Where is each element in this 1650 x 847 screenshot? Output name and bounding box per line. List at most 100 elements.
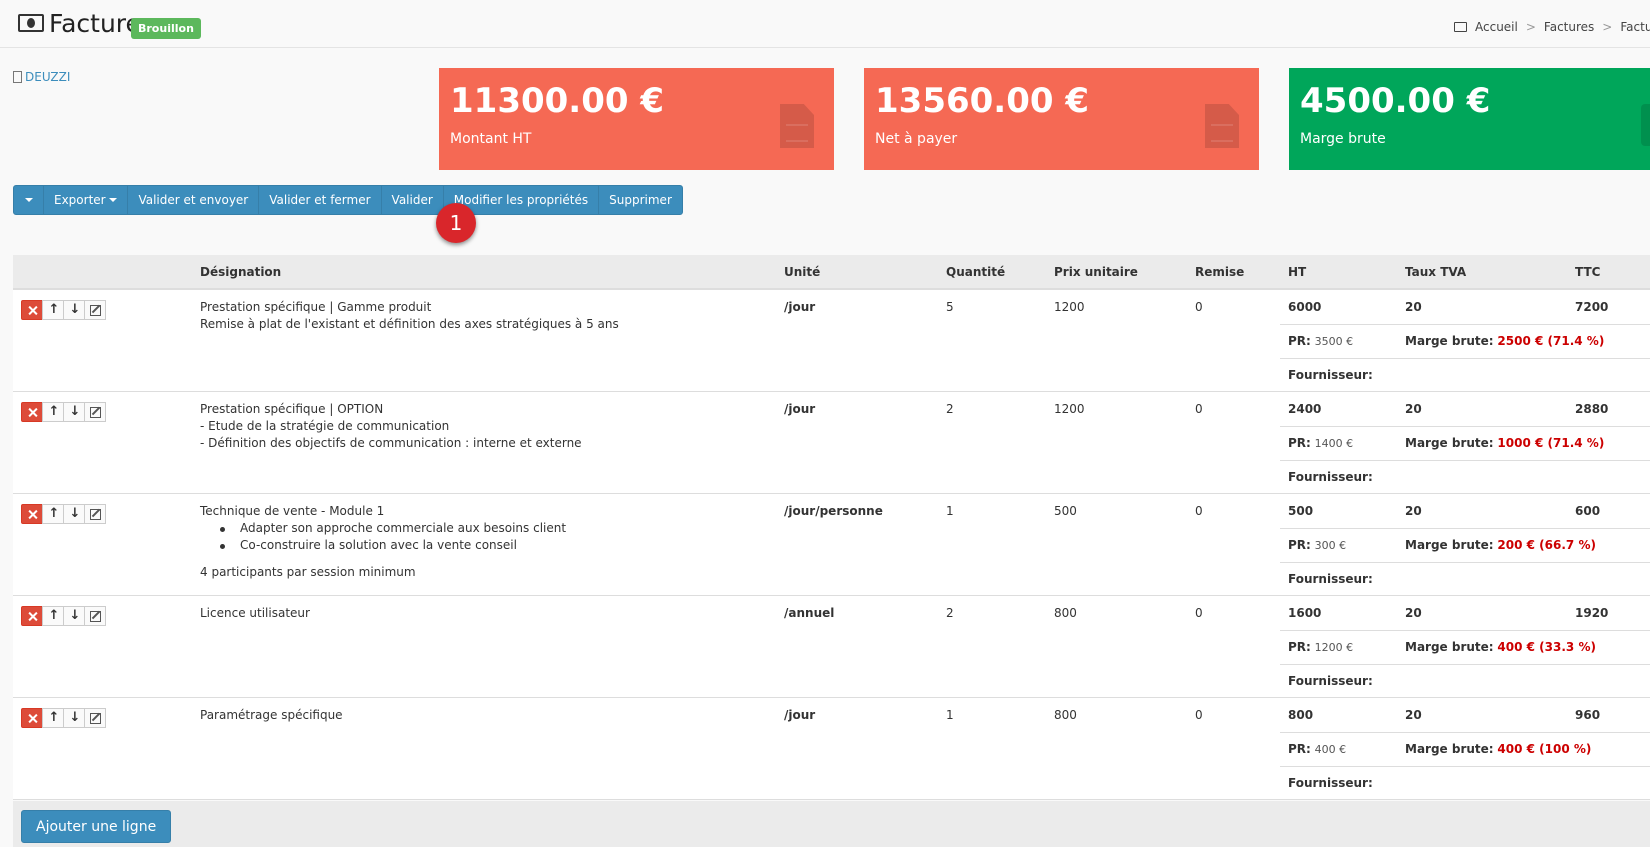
money-icon <box>1641 104 1650 146</box>
delete-row-icon[interactable] <box>21 402 43 422</box>
add-line-button[interactable]: Ajouter une ligne <box>21 810 172 843</box>
marge-label: Marge brute: <box>1405 334 1494 348</box>
edit-icon[interactable] <box>84 300 106 320</box>
col-unit-price: Prix unitaire <box>1054 265 1138 279</box>
divider <box>1280 528 1650 529</box>
row-title: Prestation spécifique | OPTION <box>200 402 384 416</box>
row-marge: Marge brute: 400 € (33.3 %) <box>1405 640 1596 654</box>
pr-label: PR: <box>1288 640 1311 654</box>
breadcrumb-home[interactable]: Accueil <box>1475 20 1518 34</box>
row-discount: 0 <box>1195 708 1203 722</box>
col-discount: Remise <box>1195 265 1245 279</box>
row-vat: 20 <box>1405 504 1422 518</box>
row-ht: 800 <box>1288 708 1314 722</box>
table-row: ↑ ↓ Prestation spécifique | OPTION - Etu… <box>13 392 1650 494</box>
caret-down-icon <box>24 198 33 202</box>
arrow-down-icon[interactable]: ↓ <box>63 504 85 524</box>
divider <box>1280 664 1650 665</box>
row-discount: 0 <box>1195 606 1203 620</box>
edit-icon[interactable] <box>84 606 106 626</box>
arrow-down-icon[interactable]: ↓ <box>63 606 85 626</box>
row-unit-price: 800 <box>1054 606 1077 620</box>
arrow-up-icon[interactable]: ↑ <box>42 708 64 728</box>
arrow-up-icon[interactable]: ↑ <box>42 300 64 320</box>
row-ttc: 960 <box>1575 708 1601 722</box>
divider <box>1280 358 1650 359</box>
arrow-down-icon[interactable]: ↓ <box>63 402 85 422</box>
validate-button[interactable]: Valider <box>382 186 444 214</box>
action-toolbar: Exporter Valider et envoyer Valider et f… <box>13 185 683 215</box>
marge-value: 200 € (66.7 %) <box>1497 538 1596 552</box>
row-vat: 20 <box>1405 708 1422 722</box>
client-link[interactable]: DEUZZI <box>13 70 70 84</box>
delete-row-icon[interactable] <box>21 504 43 524</box>
building-icon <box>13 71 22 83</box>
arrow-down-icon[interactable]: ↓ <box>63 300 85 320</box>
edit-icon[interactable] <box>84 504 106 524</box>
divider <box>1280 630 1650 631</box>
delete-row-icon[interactable] <box>21 300 43 320</box>
arrow-down-icon[interactable]: ↓ <box>63 708 85 728</box>
row-unit: /jour <box>784 708 816 722</box>
pr-label: PR: <box>1288 436 1311 450</box>
arrow-up-icon[interactable]: ↑ <box>42 606 64 626</box>
row-discount: 0 <box>1195 300 1203 314</box>
file-icon <box>1205 104 1239 148</box>
divider <box>1280 460 1650 461</box>
row-description: Remise à plat de l'existant et définitio… <box>200 317 619 331</box>
divider <box>1280 562 1650 563</box>
stat-label: Montant HT <box>450 131 532 147</box>
edit-icon[interactable] <box>84 402 106 422</box>
toolbar-dropdown-button[interactable] <box>14 186 44 214</box>
row-vat: 20 <box>1405 402 1422 416</box>
validate-send-button[interactable]: Valider et envoyer <box>128 186 260 214</box>
stat-value: 11300.00 € <box>450 81 665 121</box>
row-ttc: 2880 <box>1575 402 1609 416</box>
stat-box-marge-brute: 4500.00 € Marge brute <box>1289 68 1650 170</box>
delete-button[interactable]: Supprimer <box>599 186 682 214</box>
row-unit-price: 1200 <box>1054 300 1085 314</box>
caret-down-icon <box>109 198 118 202</box>
money-icon <box>1454 22 1467 32</box>
row-pr: PR: 3500 € <box>1288 334 1353 348</box>
row-unit: /annuel <box>784 606 835 620</box>
stat-box-montant-ht: 11300.00 € Montant HT <box>439 68 834 170</box>
row-unit: /jour <box>784 402 816 416</box>
row-quantity: 5 <box>946 300 954 314</box>
step-marker: 1 <box>436 203 476 243</box>
row-description: - Définition des objectifs de communicat… <box>200 436 582 450</box>
row-pr: PR: 300 € <box>1288 538 1346 552</box>
divider <box>1280 426 1650 427</box>
table-row: ↑ ↓ Technique de vente - Module 1 Adapte… <box>13 494 1650 596</box>
client-name: DEUZZI <box>25 70 71 84</box>
breadcrumb-current: Factures en <box>1620 20 1650 34</box>
breadcrumb-invoices[interactable]: Factures <box>1544 20 1594 34</box>
delete-row-icon[interactable] <box>21 708 43 728</box>
table-header: Désignation Unité Quantité Prix unitaire… <box>13 255 1650 290</box>
row-actions: ↑ ↓ <box>21 402 106 422</box>
row-ttc: 600 <box>1575 504 1601 518</box>
delete-row-icon[interactable] <box>21 606 43 626</box>
marge-value: 400 € (100 %) <box>1497 742 1592 756</box>
arrow-up-icon[interactable]: ↑ <box>42 402 64 422</box>
page-title: Facture <box>49 9 141 38</box>
export-button[interactable]: Exporter <box>44 186 129 214</box>
table-row: ↑ ↓ Licence utilisateur /annuel 2 800 0 … <box>13 596 1650 698</box>
col-vat-rate: Taux TVA <box>1405 265 1467 279</box>
marge-label: Marge brute: <box>1405 640 1494 654</box>
row-supplier-label: Fournisseur: <box>1288 572 1373 586</box>
col-designation: Désignation <box>200 265 282 279</box>
validate-close-button[interactable]: Valider et fermer <box>259 186 382 214</box>
row-vat: 20 <box>1405 300 1422 314</box>
pr-value: 1200 € <box>1314 641 1354 654</box>
edit-icon[interactable] <box>84 708 106 728</box>
arrow-up-icon[interactable]: ↑ <box>42 504 64 524</box>
row-actions: ↑ ↓ <box>21 708 106 728</box>
row-unit: /jour <box>784 300 816 314</box>
row-title: Prestation spécifique | Gamme produit <box>200 300 432 314</box>
marge-value: 2500 € (71.4 %) <box>1497 334 1605 348</box>
row-description: - Etude de la stratégie de communication <box>200 419 450 433</box>
row-quantity: 2 <box>946 402 954 416</box>
row-actions: ↑ ↓ <box>21 504 106 524</box>
money-icon <box>18 14 44 32</box>
